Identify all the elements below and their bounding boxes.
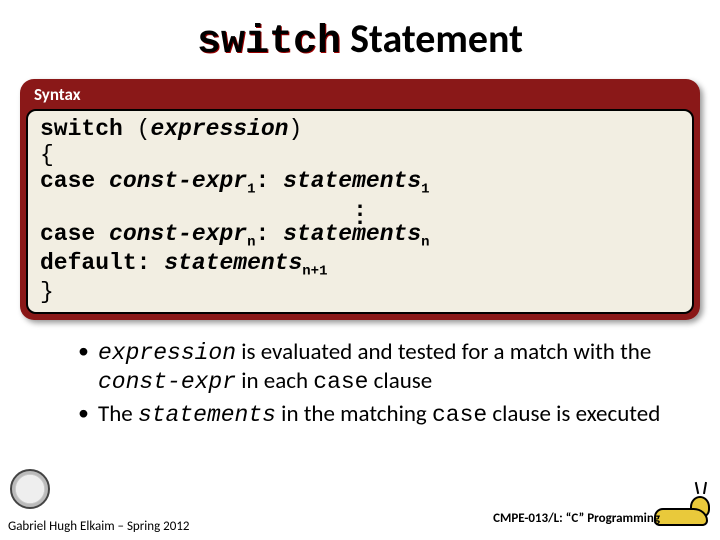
code-panel: switch (expression) { case const-expr1: … [26, 109, 694, 314]
bullet-2: The statements in the matching case clau… [78, 400, 670, 429]
title-keyword: switch [197, 20, 341, 65]
footer-left: Gabriel Hugh Elkaim – Spring 2012 [8, 469, 190, 534]
code-line-1: switch (expression) [40, 117, 680, 143]
code-line-7: } [40, 280, 680, 306]
code-dots: ... [40, 198, 680, 222]
bullet-1: expression is evaluated and tested for a… [78, 338, 670, 396]
slide-title: switch Statement [0, 0, 720, 73]
code-line-6: default: statementsn+1 [40, 251, 680, 280]
syntax-label: Syntax [20, 79, 700, 109]
code-line-2: { [40, 143, 680, 169]
code-line-5: case const-exprn: statementsn [40, 222, 680, 251]
footer-course: CMPE-013/L: “C” Programming [493, 511, 712, 530]
bullet-list: expression is evaluated and tested for a… [78, 338, 670, 429]
footer: Gabriel Hugh Elkaim – Spring 2012 CMPE-0… [0, 469, 720, 534]
footer-author: Gabriel Hugh Elkaim – Spring 2012 [8, 519, 190, 534]
university-seal-icon [10, 469, 50, 509]
title-word: Statement [350, 14, 523, 63]
syntax-box: Syntax switch (expression) { case const-… [20, 79, 700, 320]
